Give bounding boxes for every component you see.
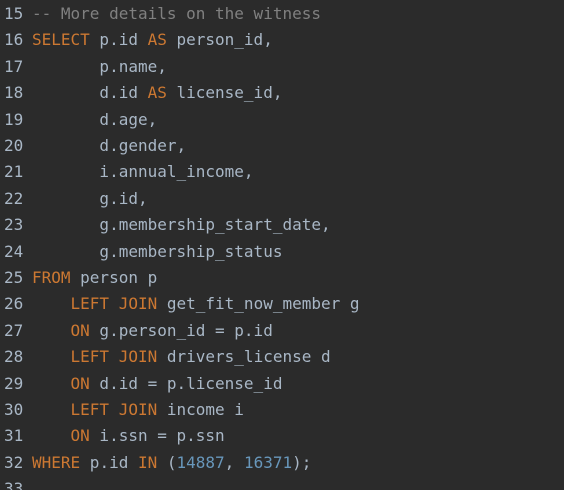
sql-text: g.membership_start_date,	[32, 215, 331, 235]
code-text: WHERE p.id IN (14887, 16371);	[32, 450, 311, 476]
sql-number: 16371	[243, 452, 293, 472]
sql-text: d.age,	[32, 109, 158, 129]
line-number: 19	[4, 109, 24, 129]
line-number: 18	[4, 83, 24, 103]
sql-keyword: LEFT JOIN	[70, 294, 158, 314]
sql-keyword: FROM	[32, 268, 71, 287]
sql-text: get_fit_now_member g	[157, 294, 360, 314]
sql-text: p.id	[89, 30, 148, 50]
line-number: 15	[4, 4, 24, 23]
code-text: LEFT JOIN get_fit_now_member g	[32, 291, 360, 317]
sql-keyword: LEFT JOIN	[70, 400, 158, 419]
sql-text: d.gender,	[32, 136, 187, 155]
sql-keyword: IN	[137, 452, 158, 472]
line-number: 29	[4, 373, 24, 393]
code-text: ON d.id = p.license_id	[32, 371, 283, 397]
code-text: g.membership_start_date,	[32, 212, 331, 238]
sql-keyword: ON	[70, 320, 90, 340]
line-number: 16	[4, 30, 24, 50]
sql-text: person_id,	[166, 30, 273, 50]
line-number: 25	[4, 268, 24, 287]
code-text: d.age,	[32, 107, 157, 133]
sql-text: p.id	[80, 452, 138, 472]
code-text: d.id AS license_id,	[32, 80, 282, 106]
code-text: ON i.ssn = p.ssn	[32, 423, 225, 449]
sql-keyword: AS	[147, 83, 167, 103]
line-number: 26	[4, 294, 24, 314]
line-number: 21	[4, 162, 24, 182]
code-text: g.membership_status	[32, 239, 282, 265]
code-text: LEFT JOIN drivers_license d	[32, 344, 331, 370]
sql-text: (	[157, 452, 177, 472]
sql-keyword: SELECT	[32, 30, 90, 50]
code-text: i.annual_income,	[32, 159, 254, 185]
code-text: -- More details on the witness	[32, 1, 321, 27]
sql-keyword: ON	[70, 373, 90, 393]
line-number: 27	[4, 320, 24, 340]
code-text: g.id,	[32, 186, 148, 212]
sql-keyword: AS	[147, 30, 167, 50]
sql-text: g.id,	[32, 188, 148, 208]
sql-keyword: LEFT JOIN	[70, 347, 158, 367]
sql-text: i.ssn = p.ssn	[89, 426, 225, 446]
sql-text: g.person_id = p.id	[89, 320, 273, 340]
sql-text: g.membership_status	[32, 241, 283, 261]
line-number: 32	[4, 452, 24, 472]
code-editor[interactable]: 15 -- More details on the witness 16 SELECT…	[0, 0, 564, 490]
sql-text: d.id = p.license_id	[89, 373, 283, 393]
line-number: 33	[4, 479, 24, 490]
line-number: 24	[4, 241, 24, 261]
line-number: 22	[4, 188, 24, 208]
line-number: 30	[4, 400, 24, 419]
code-text: ON g.person_id = p.id	[32, 318, 273, 344]
sql-text: );	[292, 452, 312, 472]
line-number: 17	[4, 56, 24, 76]
sql-text: drivers_license d	[157, 347, 331, 367]
sql-text: d.id	[32, 83, 148, 103]
sql-text: ,	[224, 452, 244, 472]
code-text: p.name,	[32, 54, 167, 80]
sql-keyword: WHERE	[32, 452, 81, 472]
sql-text: license_id,	[166, 83, 283, 103]
sql-number: 14887	[176, 452, 225, 472]
sql-text: person p	[70, 268, 158, 287]
sql-comment: -- More details on the witness	[32, 4, 321, 23]
sql-text: i.annual_income,	[32, 162, 254, 182]
sql-text: income i	[157, 400, 244, 419]
line-number: 28	[4, 347, 24, 367]
sql-text: p.name,	[32, 56, 167, 76]
code-text: SELECT p.id AS person_id,	[32, 27, 273, 53]
code-text: LEFT JOIN income i	[32, 397, 244, 423]
line-number: 20	[4, 136, 24, 155]
sql-keyword: ON	[70, 426, 90, 446]
code-text: d.gender,	[32, 133, 186, 159]
code-text: FROM person p	[32, 265, 157, 291]
line-number: 23	[4, 215, 24, 235]
line-number: 31	[4, 426, 24, 446]
